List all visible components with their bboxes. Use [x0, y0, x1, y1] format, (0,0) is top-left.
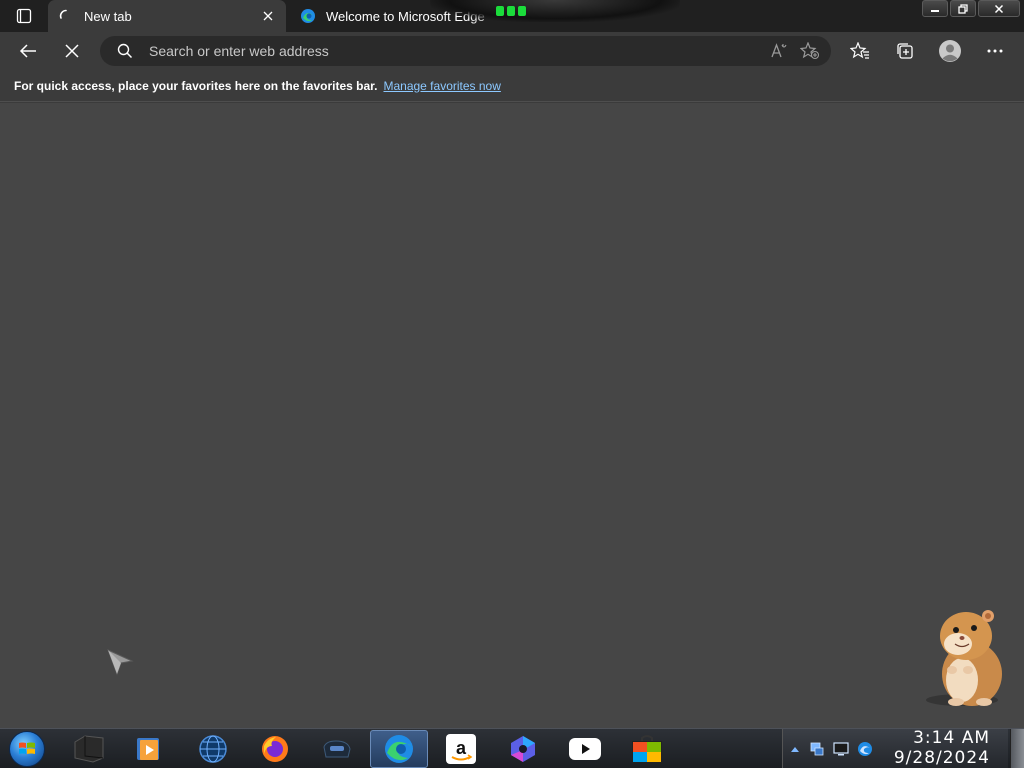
back-button[interactable] [12, 35, 44, 67]
show-desktop-button[interactable] [1010, 729, 1024, 768]
manage-favorites-link[interactable]: Manage favorites now [383, 79, 500, 93]
favorites-bar: For quick access, place your favorites h… [0, 70, 1024, 102]
read-aloud-button[interactable] [765, 36, 795, 66]
minimize-button[interactable] [922, 0, 948, 17]
tab-title: New tab [84, 8, 132, 24]
network-tray-icon[interactable] [809, 741, 825, 757]
taskbar-app-generic[interactable] [308, 730, 366, 768]
edge-icon [858, 742, 872, 756]
clock-time: 3:14 AM [913, 728, 990, 748]
media-player-icon [137, 738, 159, 760]
taskbar-app-globe[interactable] [184, 730, 242, 768]
address-input[interactable] [149, 43, 765, 59]
profile-avatar-icon [939, 40, 961, 62]
close-tab-button[interactable] [256, 4, 280, 28]
back-arrow-icon [19, 44, 36, 58]
taskbar-app-store[interactable] [618, 730, 676, 768]
taskbar-app-edge[interactable] [370, 730, 428, 768]
search-icon [115, 41, 135, 61]
tab-new-tab[interactable]: New tab [48, 0, 286, 32]
loading-icon [56, 6, 76, 26]
mouse-cursor-icon [107, 649, 134, 676]
settings-more-button[interactable] [979, 35, 1011, 67]
minimize-icon [931, 9, 939, 12]
add-favorite-icon [800, 42, 820, 60]
clock-date: 9/28/2024 [893, 748, 990, 768]
chevron-up-icon [791, 747, 799, 752]
collections-icon [897, 43, 913, 59]
wallpaper-decoration [430, 0, 680, 22]
display-tray-icon[interactable] [833, 741, 849, 757]
system-tray: 3:14 AM 9/28/2024 [782, 729, 1008, 768]
stop-loading-button[interactable] [56, 35, 88, 67]
copilot-icon [511, 736, 535, 762]
collections-button[interactable] [889, 35, 921, 67]
tab-actions-icon [16, 8, 32, 24]
firefox-icon [262, 736, 288, 762]
system-clock[interactable]: 3:14 AM 9/28/2024 [894, 729, 990, 768]
taskbar-app-copilot[interactable] [494, 730, 552, 768]
taskbar-app-media-player[interactable] [120, 730, 178, 768]
address-bar[interactable] [100, 36, 831, 66]
tab-actions-menu-button[interactable] [8, 6, 40, 26]
screen: New tab Welcome to Microsoft Edge Search… [0, 0, 1024, 768]
network-icon [810, 742, 824, 756]
windows-logo-icon [9, 731, 45, 767]
edge-tray-icon[interactable] [857, 741, 873, 757]
more-icon [987, 49, 1003, 53]
restore-button[interactable] [950, 0, 976, 17]
add-favorite-button[interactable] [795, 36, 825, 66]
show-hidden-icons-button[interactable] [787, 741, 803, 757]
page-content[interactable] [0, 103, 1024, 728]
taskbar-app-youtube[interactable] [556, 730, 614, 768]
close-icon [263, 11, 273, 21]
tab-bar: New tab Welcome to Microsoft Edge [0, 0, 1024, 32]
close-window-button[interactable] [978, 0, 1020, 17]
svg-text:a: a [456, 738, 467, 758]
favorites-button[interactable] [844, 35, 876, 67]
amazon-icon: a [446, 734, 476, 764]
navigation-toolbar [0, 32, 1024, 70]
app-icon [323, 740, 351, 758]
hamster-mascot-icon [926, 610, 1002, 706]
read-aloud-icon [771, 43, 787, 58]
window-controls [922, 0, 1020, 18]
restore-icon [958, 3, 968, 14]
youtube-icon [569, 738, 601, 760]
taskbar-app-amazon[interactable]: a [432, 730, 490, 768]
globe-icon [199, 735, 227, 763]
profile-button[interactable] [934, 35, 966, 67]
store-icon [632, 735, 662, 763]
taskbar-app-file-manager[interactable] [60, 730, 118, 768]
monitor-icon [833, 742, 849, 756]
stop-icon [65, 44, 79, 58]
wallpaper-decoration-dots [496, 6, 526, 16]
favorites-bar-message: For quick access, place your favorites h… [14, 78, 378, 93]
taskbar-app-firefox[interactable] [246, 730, 304, 768]
file-manager-icon [74, 735, 104, 763]
edge-icon [298, 6, 318, 26]
start-button[interactable] [4, 730, 50, 768]
taskbar: a 3:14 AM 9/28/2024 [0, 728, 1024, 768]
favorites-icon [850, 42, 869, 59]
close-icon [994, 4, 1004, 13]
edge-icon [385, 735, 413, 763]
